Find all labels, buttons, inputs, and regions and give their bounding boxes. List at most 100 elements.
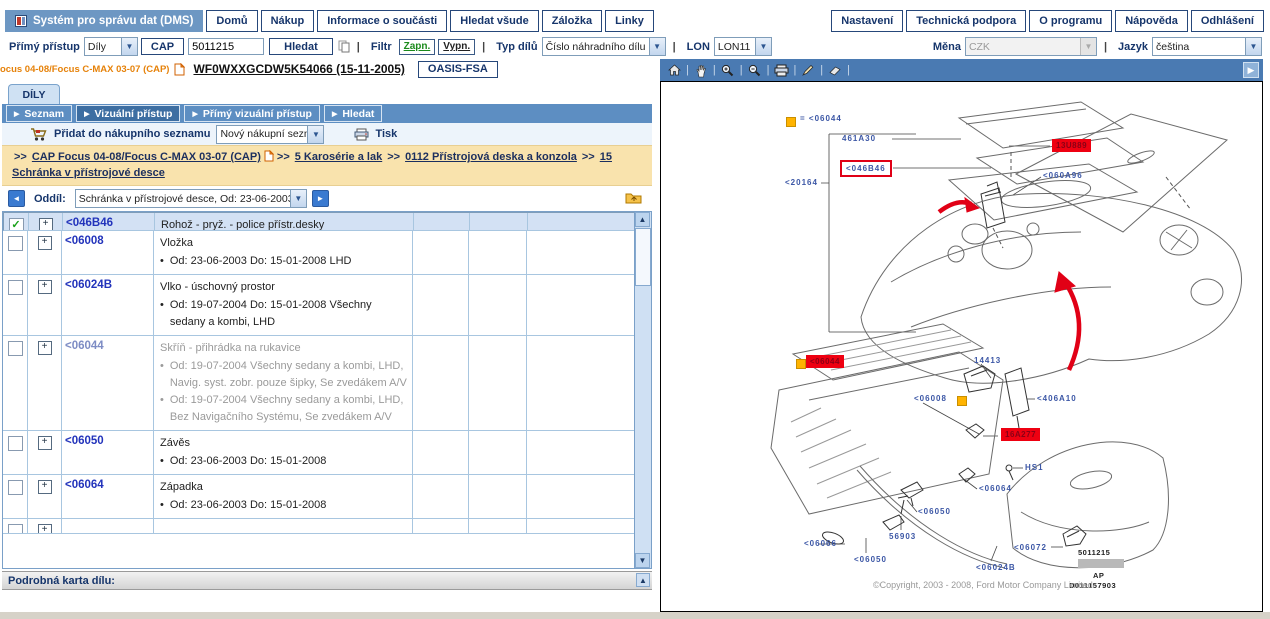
next-section-button[interactable]: ► — [312, 190, 329, 207]
zoom-in-icon[interactable] — [719, 61, 737, 79]
diagram-canvas[interactable]: = <06044 461A30<046B46<20164<060A9613U88… — [660, 81, 1263, 612]
scroll-up-button[interactable]: ▲ — [635, 212, 650, 227]
document-icon[interactable] — [174, 63, 185, 76]
shopping-list-select[interactable]: Nový nákupní seznam▼ — [216, 125, 324, 144]
part-number-link[interactable]: <06044 — [65, 340, 104, 352]
table-row[interactable]: +<06044Skříň - přihrádka na rukavice•Od:… — [3, 336, 651, 431]
part-search-input[interactable] — [188, 38, 264, 55]
row-checkbox[interactable] — [8, 524, 23, 534]
add-to-list-label[interactable]: Přidat do nákupního seznamu — [54, 128, 210, 140]
diagram-callout[interactable]: <20164 — [785, 178, 818, 187]
breadcrumb-link[interactable]: 0112 Přístrojová deska a konzola — [405, 151, 577, 163]
direct-access-type-select[interactable]: Díly▼ — [84, 37, 138, 56]
part-number-link[interactable]: <06008 — [65, 235, 104, 247]
row-checkbox[interactable]: ✓ — [9, 218, 24, 231]
table-row[interactable]: +<06050Závěs•Od: 23-06-2003 Do: 15-01-20… — [3, 431, 651, 475]
diagram-callout[interactable]: <060A96 — [1043, 171, 1083, 180]
app-title-tab[interactable]: Systém pro správu dat (DMS) — [5, 10, 203, 32]
table-row[interactable]: + — [3, 519, 651, 534]
language-select[interactable]: čeština▼ — [1152, 37, 1262, 56]
oasis-fsa-button[interactable]: OASIS-FSA — [418, 61, 498, 78]
scroll-down-button[interactable]: ▼ — [635, 553, 650, 568]
expand-icon[interactable]: + — [38, 341, 52, 355]
diagram-callout[interactable]: <06064 — [979, 484, 1012, 493]
eraser-icon[interactable] — [826, 61, 844, 79]
diagram-callout[interactable]: 14413 — [974, 356, 1001, 365]
diagram-callout[interactable]: <06008 — [914, 394, 947, 403]
row-checkbox[interactable] — [8, 480, 23, 495]
scroll-thumb[interactable] — [635, 228, 651, 286]
nav-button[interactable]: Informace o součásti — [317, 10, 447, 32]
diagram-callout[interactable]: <06044 — [806, 355, 844, 368]
diagram-callout[interactable]: 13U889 — [1052, 139, 1091, 152]
expand-icon[interactable]: + — [38, 436, 52, 450]
diagram-callout[interactable]: <06050 — [854, 555, 887, 564]
table-row[interactable]: +<06008Vložka•Od: 23-06-2003 Do: 15-01-2… — [3, 231, 651, 275]
copy-page-icon[interactable] — [338, 40, 350, 53]
filter-on-button[interactable]: Zapn. — [399, 39, 436, 55]
diagram-callout[interactable]: <06024B — [976, 563, 1016, 572]
nav-button[interactable]: Linky — [605, 10, 654, 32]
table-row[interactable]: +<06024BVlko - úschovný prostor•Od: 19-0… — [3, 275, 651, 336]
diagram-callout[interactable]: <06066 — [804, 539, 837, 548]
diagram-callout[interactable]: HS1 — [1025, 463, 1044, 472]
view-mode-button[interactable]: ▶Seznam — [6, 105, 72, 122]
diagram-callout[interactable]: 461A30 — [842, 134, 876, 143]
part-number-link[interactable]: <06064 — [65, 479, 104, 491]
expand-icon[interactable]: + — [38, 524, 52, 534]
section-select[interactable]: Schránka v přístrojové desce, Od: 23-06-… — [75, 189, 307, 208]
row-checkbox[interactable] — [8, 341, 23, 356]
vin-link[interactable]: WF0WXXGCDW5K54066 (15-11-2005) — [193, 62, 404, 76]
diagram-callout[interactable]: <06072 — [1014, 543, 1047, 552]
nav-button[interactable]: Hledat všude — [450, 10, 538, 32]
expand-panel-button[interactable]: ▶ — [1243, 62, 1259, 78]
nav-button[interactable]: Nákup — [261, 10, 315, 32]
nav-button[interactable]: O programu — [1029, 10, 1112, 32]
nav-button[interactable]: Odhlášení — [1191, 10, 1264, 32]
tab-dily[interactable]: DÍLY — [8, 84, 60, 104]
nav-button[interactable]: Technická podpora — [906, 10, 1026, 32]
nav-button[interactable]: Nastavení — [831, 10, 903, 32]
expand-icon[interactable]: + — [38, 280, 52, 294]
view-mode-button[interactable]: ▶Hledat — [324, 105, 382, 122]
row-checkbox[interactable] — [8, 280, 23, 295]
part-number-link[interactable]: <06050 — [65, 435, 104, 447]
catalog-name[interactable]: ocus 04-08/Focus C-MAX 03-07 (CAP) — [0, 64, 169, 75]
nav-button[interactable]: Domů — [206, 10, 257, 32]
diagram-callout[interactable]: <406A10 — [1037, 394, 1077, 403]
search-button[interactable]: Hledat — [269, 38, 333, 55]
cap-button[interactable]: CAP — [141, 38, 184, 55]
part-number-link[interactable]: <046B46 — [66, 217, 113, 229]
part-number-link[interactable]: <06024B — [65, 279, 112, 291]
prev-section-button[interactable]: ◄ — [8, 190, 25, 207]
home-icon[interactable] — [665, 61, 683, 79]
nav-button[interactable]: Záložka — [542, 10, 602, 32]
expand-icon[interactable]: + — [38, 236, 52, 250]
print-label[interactable]: Tisk — [375, 128, 397, 140]
collapse-detail-button[interactable]: ▲ — [636, 573, 650, 587]
row-checkbox[interactable] — [8, 436, 23, 451]
diagram-callout[interactable]: <06050 — [918, 507, 951, 516]
view-mode-button[interactable]: ▶Vizuální přístup — [76, 105, 180, 122]
expand-icon[interactable]: + — [38, 480, 52, 494]
breadcrumb-link[interactable]: 5 Karosérie a lak — [295, 151, 382, 163]
lon-select[interactable]: LON11▼ — [714, 37, 772, 56]
print-diagram-icon[interactable] — [772, 61, 790, 79]
breadcrumb-link[interactable]: CAP Focus 04-08/Focus C-MAX 03-07 (CAP) — [32, 151, 261, 163]
diagram-callout[interactable]: <046B46 — [840, 160, 892, 177]
expand-icon[interactable]: + — [39, 218, 53, 231]
part-type-select[interactable]: Číslo náhradního dílu▼ — [542, 37, 666, 56]
filter-off-button[interactable]: Vypn. — [438, 39, 475, 55]
table-row[interactable]: ✓+<046B46Rohož - pryž. - police přístr.d… — [3, 212, 651, 231]
zoom-out-icon[interactable] — [746, 61, 764, 79]
view-mode-button[interactable]: ▶Přímý vizuální přístup — [184, 105, 320, 122]
folder-up-icon[interactable] — [625, 191, 642, 207]
nav-button[interactable]: Nápověda — [1115, 10, 1188, 32]
diagram-callout[interactable]: 16A277 — [1001, 428, 1040, 441]
table-row[interactable]: +<06064Západka•Od: 23-06-2003 Do: 15-01-… — [3, 475, 651, 519]
pen-icon[interactable] — [799, 61, 817, 79]
table-scrollbar[interactable]: ▲ ▼ — [634, 212, 651, 568]
pan-hand-icon[interactable] — [692, 61, 710, 79]
diagram-callout[interactable]: 56903 — [889, 532, 916, 541]
row-checkbox[interactable] — [8, 236, 23, 251]
